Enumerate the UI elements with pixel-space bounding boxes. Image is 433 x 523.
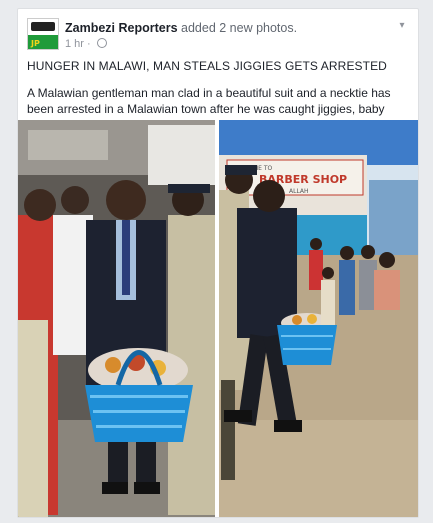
photo-right[interactable]: WELCOME TO BARBER SHOP ALLAH [219,120,418,517]
photo-grid: WELCOME TO BARBER SHOP ALLAH [18,120,418,517]
author-name[interactable]: Zambezi Reporters [65,21,178,35]
post-headline: HUNGER IN MALAWI, MAN STEALS JIGGIES GET… [27,59,387,73]
globe-icon [96,38,107,48]
photo-left[interactable] [18,120,215,517]
post-header: JP Zambezi Reporters added 2 new photos.… [27,18,409,52]
chevron-down-icon[interactable]: ▾ [395,20,409,31]
author-line: Zambezi Reporters added 2 new photos. [65,21,297,35]
post-action: added 2 new photos. [181,21,298,35]
post-time[interactable]: 1 hr [65,38,84,50]
camera-logo-icon [31,22,55,31]
separator: · [87,38,91,50]
arrest-scene-photo-right: WELCOME TO BARBER SHOP ALLAH [219,120,418,517]
sign-allah-text: ALLAH [289,188,309,195]
post-card: JP Zambezi Reporters added 2 new photos.… [17,8,419,518]
arrest-scene-photo-left [18,120,215,517]
page-avatar[interactable]: JP [27,18,59,50]
post-meta: 1 hr · [65,38,107,50]
avatar-logo-text: JP [31,39,40,48]
